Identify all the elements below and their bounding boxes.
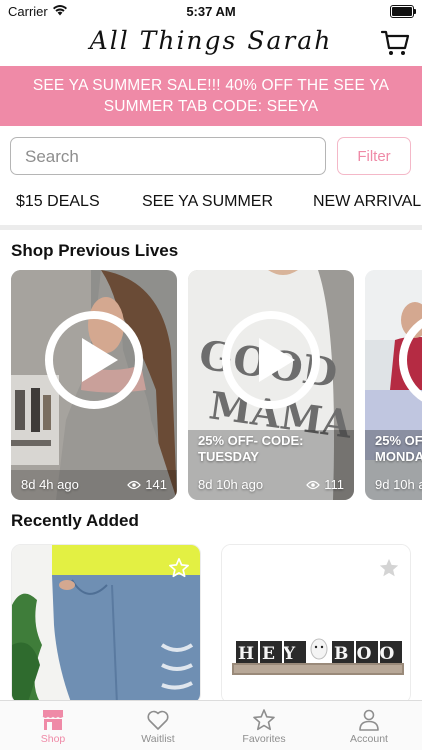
tab-favorites[interactable]: Favorites: [224, 709, 304, 745]
live-views-count: 141: [145, 477, 167, 492]
battery-icon: [390, 5, 416, 18]
tab-see-ya-summer[interactable]: SEE YA SUMMER: [142, 193, 273, 211]
favorite-star-icon[interactable]: [168, 557, 190, 579]
tab-label: Waitlist: [141, 733, 175, 745]
live-card[interactable]: GOOD MAMA 25% OFF- CODE: TUESDAY 8d 10h …: [188, 270, 354, 500]
tab-shop[interactable]: Shop: [13, 709, 93, 745]
svg-text:BOO: BOO: [334, 644, 402, 664]
live-time-ago: 8d 4h ago: [21, 477, 79, 492]
category-tabs: $15 DEALS SEE YA SUMMER NEW ARRIVALS: [0, 186, 422, 220]
eye-icon: [127, 480, 142, 489]
tab-label: Shop: [40, 733, 66, 745]
play-icon[interactable]: [398, 310, 422, 410]
product-card[interactable]: [11, 544, 201, 702]
tabs-divider: [0, 225, 422, 230]
product-card[interactable]: HEY BOO: [221, 544, 411, 702]
favorite-star-icon[interactable]: [378, 557, 400, 579]
star-icon: [253, 709, 275, 731]
cart-icon[interactable]: [380, 28, 410, 58]
app-header: All Things Sarah: [0, 22, 422, 66]
live-caption: 25% OFF- CODE: MONDAY: [375, 433, 422, 464]
live-card[interactable]: 25% OFF- CODE: MONDAY 9d 10h ago: [365, 270, 422, 500]
shop-icon: [42, 710, 64, 730]
tab-label: Account: [350, 733, 388, 745]
live-views: 111: [306, 477, 344, 492]
live-views-count: 111: [324, 477, 344, 492]
brand-logo: All Things Sarah: [89, 26, 333, 55]
live-card[interactable]: 8d 4h ago 141: [11, 270, 177, 500]
section-title-recent: Recently Added: [11, 511, 139, 530]
tab-new-arrivals[interactable]: NEW ARRIVALS: [313, 193, 422, 211]
heart-icon: [147, 710, 169, 730]
promo-banner[interactable]: SEE YA SUMMER SALE!!! 40% OFF THE SEE YA…: [0, 66, 422, 126]
status-bar: Carrier 5:37 AM: [0, 0, 422, 22]
previous-lives-carousel[interactable]: 8d 4h ago 141 GOOD MAMA 25% OFF- CODE: T…: [11, 270, 422, 500]
tab-label: Favorites: [242, 733, 286, 745]
eye-icon: [306, 480, 321, 489]
search-input[interactable]: Search: [10, 137, 326, 175]
play-icon[interactable]: [44, 310, 144, 410]
svg-text:HEY: HEY: [238, 644, 303, 664]
live-views: 141: [127, 477, 167, 492]
clock: 5:37 AM: [186, 4, 236, 19]
bottom-tab-bar: Shop Waitlist Favorites Account: [0, 700, 422, 750]
person-icon: [359, 709, 379, 731]
section-title-lives: Shop Previous Lives: [11, 241, 179, 260]
promo-banner-text: SEE YA SUMMER SALE!!! 40% OFF THE SEE YA…: [32, 77, 390, 115]
tab-15-deals[interactable]: $15 DEALS: [16, 193, 100, 211]
live-time-ago: 9d 10h ago: [375, 477, 422, 492]
tab-account[interactable]: Account: [329, 709, 409, 745]
live-caption: 25% OFF- CODE: TUESDAY: [198, 433, 304, 464]
tab-waitlist[interactable]: Waitlist: [118, 709, 198, 745]
filter-button[interactable]: Filter: [337, 137, 411, 175]
recently-added-list[interactable]: HEY BOO: [0, 544, 422, 702]
live-time-ago: 8d 10h ago: [198, 477, 264, 492]
play-icon[interactable]: [221, 310, 321, 410]
